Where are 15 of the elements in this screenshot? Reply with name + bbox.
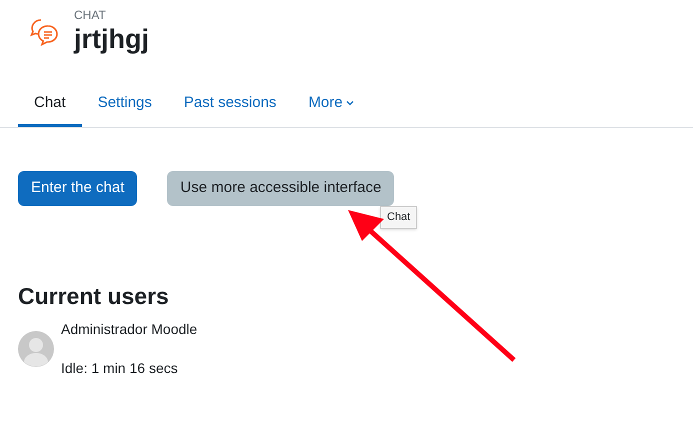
enter-chat-button[interactable]: Enter the chat [18,171,138,206]
nav-tab[interactable]: Settings [82,82,168,127]
chat-bubbles-icon [30,18,60,46]
page-title: jrtjhgj [74,23,149,56]
idle-status: Idle: 1 min 16 secs [61,359,179,378]
nav-tab[interactable]: Chat [18,82,82,127]
nav-tab[interactable]: Past sessions [168,82,292,127]
chevron-down-icon [346,100,354,106]
more-menu-tab[interactable]: More [292,82,370,127]
tooltip: Chat [380,206,418,228]
section-heading: Current users [18,282,170,311]
avatar-icon [18,331,54,367]
user-name: Administrador Moodle [61,320,198,339]
activity-type-label: CHAT [74,8,107,22]
accessible-interface-button[interactable]: Use more accessible interface [167,171,394,206]
